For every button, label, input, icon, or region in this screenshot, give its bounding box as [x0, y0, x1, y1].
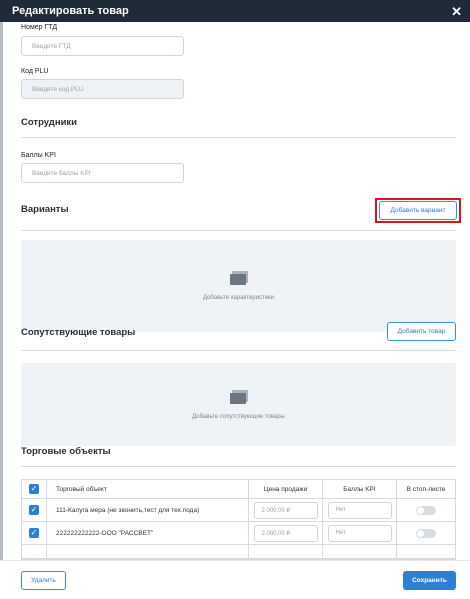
- employees-divider: [21, 137, 456, 138]
- kpi-cell: Нет: [323, 499, 397, 521]
- modal-header: Редактировать товар ✕: [0, 0, 470, 22]
- plu-label: Код PLU: [21, 68, 49, 75]
- price-cell: 2 000,00 ₽: [249, 499, 323, 521]
- stop-list-cell: [397, 522, 455, 544]
- price-input[interactable]: 2 000,00 ₽: [253, 501, 318, 519]
- stop-list-toggle[interactable]: [416, 505, 436, 515]
- kpi-label: Баллы KPI: [21, 152, 56, 159]
- modal-body[interactable]: Номер ГТД Введите ГТД Код PLU Введите ко…: [0, 22, 470, 560]
- gtd-input[interactable]: Введите ГТД: [21, 36, 184, 56]
- folder-icon: [229, 271, 248, 285]
- row-checkbox[interactable]: ✓: [29, 505, 39, 515]
- table-row: ✓ 222222222222-ООО "РАССВЕТ" 2 000,00 ₽ …: [22, 522, 455, 545]
- related-title: Сопутствующие товары: [21, 327, 136, 338]
- row-check-cell: [22, 545, 47, 558]
- column-header-outlet: Торговый объект: [47, 480, 249, 498]
- modal-footer: Удалить Сохранить: [0, 560, 470, 599]
- column-header-stop-list: В стоп-листе: [406, 485, 446, 493]
- related-empty-text: Добавьте сопутствующие товары: [192, 413, 285, 420]
- kpi-cell: [323, 545, 397, 558]
- variants-divider: [21, 230, 456, 231]
- employees-title: Сотрудники: [21, 117, 78, 128]
- outlets-title: Торговые объекты: [21, 446, 111, 457]
- outlet-name: 222222222222-ООО "РАССВЕТ": [47, 522, 249, 544]
- outlets-table: ✓ Торговый объект Цена продажи Баллы KPI…: [21, 479, 456, 560]
- plu-input[interactable]: Введите код PLU: [21, 79, 184, 99]
- price-input[interactable]: 2 000,00 ₽: [253, 524, 318, 542]
- row-checkbox[interactable]: ✓: [29, 528, 39, 538]
- stop-list-cell: [397, 499, 455, 521]
- kpi-cell: Нет: [323, 522, 397, 544]
- select-all-checkbox[interactable]: ✓: [29, 484, 39, 494]
- variants-title: Варианты: [21, 204, 69, 215]
- outlets-divider: [21, 466, 456, 467]
- column-header-price: Цена продажи: [249, 480, 323, 498]
- variants-empty-text: Добавьте характеристики: [202, 295, 275, 301]
- column-header-kpi: Баллы KPI: [323, 480, 397, 498]
- outlet-name: 111-Калуга мера (не звонить,тест для тех…: [47, 499, 249, 521]
- row-check-cell: ✓: [22, 522, 47, 544]
- related-divider: [21, 350, 456, 351]
- kpi-row-input[interactable]: Нет: [327, 524, 392, 542]
- add-related-button[interactable]: Добавить товар: [387, 322, 456, 341]
- add-variant-button[interactable]: Добавить вариант: [379, 201, 457, 220]
- kpi-input[interactable]: Введите баллы KPI: [21, 163, 184, 183]
- related-empty-state: Добавьте сопутствующие товары: [21, 363, 456, 446]
- table-row: [22, 545, 455, 559]
- save-button[interactable]: Сохранить: [403, 571, 456, 590]
- table-row: ✓ 111-Калуга мера (не звонить,тест для т…: [22, 499, 455, 522]
- stop-list-toggle[interactable]: [416, 528, 436, 538]
- kpi-row-input[interactable]: Нет: [327, 501, 392, 519]
- outlet-name: [47, 545, 249, 558]
- modal-title: Редактировать товар: [12, 5, 129, 17]
- close-icon[interactable]: ✕: [451, 5, 462, 18]
- delete-button[interactable]: Удалить: [21, 571, 66, 590]
- select-all-cell: ✓: [22, 480, 47, 498]
- row-check-cell: ✓: [22, 499, 47, 521]
- folder-icon: [229, 389, 248, 404]
- price-cell: 2 000,00 ₽: [249, 522, 323, 544]
- gtd-label: Номер ГТД: [21, 24, 58, 31]
- variants-empty-state: Добавьте характеристики: [21, 240, 456, 332]
- stop-list-cell: [397, 545, 455, 558]
- price-cell: [249, 545, 323, 558]
- table-header-row: ✓ Торговый объект Цена продажи Баллы KPI…: [22, 480, 455, 499]
